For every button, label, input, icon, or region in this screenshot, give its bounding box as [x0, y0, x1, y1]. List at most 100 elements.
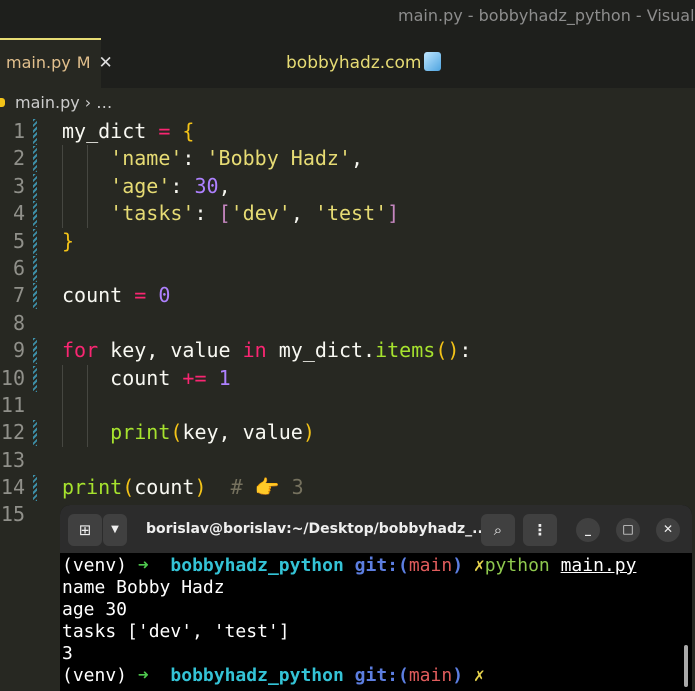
code-token: count: [62, 283, 135, 308]
tab-label: main.py: [6, 53, 71, 72]
code-token: ,: [351, 146, 364, 171]
chevron-down-icon[interactable]: ▼: [103, 514, 127, 546]
code-token: (: [122, 475, 135, 500]
modified-badge: M: [76, 53, 91, 72]
tab-main-py[interactable]: main.py M ✕: [0, 38, 113, 88]
code-text: 'age': 30,: [62, 173, 231, 200]
git-modified-indicator: [33, 283, 37, 310]
code-line[interactable]: 3 'age': 30,: [0, 172, 695, 201]
code-token: 'age': [110, 173, 171, 198]
line-number: 9: [12, 338, 25, 363]
code-token: ]: [387, 201, 400, 226]
chevron-right-icon: ›: [84, 93, 92, 112]
terminal-window[interactable]: ⊞ ▼ borislav@borislav:~/Desktop/bobbyhad…: [60, 505, 692, 691]
code-line[interactable]: 14 print(count) # 👉 3: [0, 474, 695, 502]
code-line[interactable]: 2 'name': 'Bobby Hadz',: [0, 145, 695, 173]
line-number: 1: [12, 119, 25, 143]
maximize-icon[interactable]: □: [616, 518, 640, 542]
terminal-header: ⊞ ▼ borislav@borislav:~/Desktop/bobbyhad…: [60, 505, 692, 553]
new-tab-icon[interactable]: ⊞: [68, 514, 102, 546]
code-line[interactable]: 7 count = 0: [0, 282, 695, 310]
line-number: 11: [0, 392, 25, 417]
code-token: 1: [218, 365, 231, 390]
code-token: print: [62, 475, 123, 500]
code-line[interactable]: 6: [0, 255, 695, 282]
line-number: 13: [0, 447, 25, 472]
code-line[interactable]: 11: [0, 391, 695, 420]
code-token: +=: [182, 365, 207, 390]
code-line[interactable]: 10 count += 1: [0, 364, 695, 392]
code-token: print: [110, 420, 171, 445]
cube-icon: [424, 52, 442, 71]
prompt-line: (venv) ➜ bobbyhadz_python git:(main) ✗py…: [62, 555, 637, 576]
code-token: ): [302, 420, 315, 445]
git-modified-indicator: [33, 255, 37, 282]
code-line[interactable]: 5}: [0, 228, 695, 255]
code-text: print(count) # 👉 3: [62, 474, 304, 501]
code-line[interactable]: 13: [0, 447, 695, 474]
code-token: 'name': [110, 146, 183, 171]
line-number: 4: [12, 201, 25, 226]
code-token: :: [194, 201, 219, 226]
code-line[interactable]: 8: [0, 310, 695, 337]
output-line: 3: [62, 643, 73, 664]
git-modified-indicator: [33, 146, 37, 173]
git-modified-indicator: [33, 338, 37, 365]
code-token: (: [170, 420, 183, 445]
banner-text: bobbyhadz.com: [286, 53, 422, 73]
code-token: count: [62, 365, 183, 390]
code-token: 'dev': [230, 201, 291, 226]
code-token: :: [170, 173, 195, 198]
code-token: 30: [194, 173, 219, 198]
code-token: key, value: [182, 420, 303, 445]
code-line[interactable]: 9 for key, value in my_dict.items():: [0, 337, 695, 365]
code-token: 'test': [314, 201, 388, 226]
breadcrumb: main.py › …: [0, 88, 695, 116]
site-banner: bobbyhadz.com: [286, 38, 442, 88]
code-token: ,: [218, 173, 231, 198]
output-line: tasks ['dev', 'test']: [62, 621, 290, 642]
code-line[interactable]: 12 print(key, value): [0, 419, 695, 447]
code-text: count += 1: [62, 365, 231, 392]
line-number: 2: [12, 146, 25, 171]
code-token: 'tasks': [110, 201, 195, 226]
code-line[interactable]: 1 my_dict = {: [0, 118, 695, 145]
terminal-output[interactable]: (venv) ➜ bobbyhadz_python git:(main) ✗py…: [60, 553, 692, 687]
code-line[interactable]: 4 'tasks': ['dev', 'test']: [0, 200, 695, 228]
line-number: 15: [0, 502, 25, 527]
code-token: ,: [290, 201, 315, 226]
line-number: 8: [12, 310, 25, 335]
code-token: in: [242, 338, 267, 363]
breadcrumb-file[interactable]: main.py: [15, 93, 80, 112]
line-number: 14: [0, 475, 25, 500]
code-text: my_dict = {: [62, 118, 194, 145]
close-icon[interactable]: ✕: [656, 518, 680, 542]
code-token: my_dict.: [266, 338, 376, 363]
code-text: for key, value in my_dict.items():: [62, 337, 471, 364]
code-token: ): [194, 475, 207, 500]
window-title: main.py - bobbyhadz_python - Visual Stud…: [398, 6, 695, 25]
code-token: 0: [158, 283, 171, 308]
git-modified-indicator: [33, 420, 37, 447]
code-token: =: [158, 119, 171, 143]
code-text: count = 0: [62, 282, 170, 309]
breadcrumb-more[interactable]: …: [96, 93, 112, 112]
code-editor[interactable]: 1 my_dict = {2 'name': 'Bobby Hadz', 3 'ag…: [0, 118, 695, 529]
line-number: 12: [0, 420, 25, 445]
menu-icon[interactable]: ⋮: [523, 514, 557, 546]
search-icon[interactable]: ⌕: [481, 514, 515, 546]
git-modified-indicator: [33, 365, 37, 392]
minimize-icon[interactable]: _: [576, 518, 600, 542]
terminal-scrollbar[interactable]: [684, 645, 688, 687]
prompt-line: (venv) ➜ bobbyhadz_python git:(main) ✗: [62, 665, 485, 686]
git-modified-indicator: [33, 228, 37, 255]
code-token: :: [182, 146, 207, 171]
close-icon[interactable]: ✕: [99, 53, 113, 73]
code-token: # 👉 3: [230, 475, 304, 500]
